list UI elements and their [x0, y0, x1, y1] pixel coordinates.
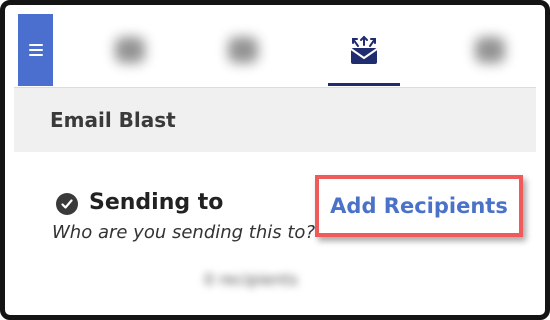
hamburger-icon [28, 44, 43, 56]
top-navigation [14, 14, 536, 86]
sending-to-label: Sending to [89, 190, 224, 215]
nav-tab-1[interactable] [94, 14, 166, 86]
recipients-count: 0 recipients [204, 270, 298, 289]
section-header: Email Blast [14, 87, 536, 153]
sending-to-panel: Sending to Who are you sending this to? … [14, 152, 536, 306]
blurred-tab-icon [228, 37, 258, 63]
blurred-tab-icon [475, 37, 505, 63]
page-title: Email Blast [50, 108, 176, 132]
email-blast-envelope-icon [350, 35, 378, 64]
sending-to-subtitle: Who are you sending this to? [52, 222, 315, 243]
nav-tab-2[interactable] [207, 14, 279, 86]
blurred-tab-icon [115, 37, 145, 63]
nav-tab-4[interactable] [454, 14, 526, 86]
add-recipients-label: Add Recipients [330, 194, 508, 218]
screenshot-frame: Email Blast Sending to Who are you sendi… [0, 0, 550, 320]
app-window: Email Blast Sending to Who are you sendi… [14, 14, 536, 306]
add-recipients-button[interactable]: Add Recipients [315, 175, 523, 237]
nav-tab-email-blast[interactable] [328, 14, 400, 86]
menu-button[interactable] [18, 14, 53, 86]
check-circle-icon [56, 193, 78, 215]
